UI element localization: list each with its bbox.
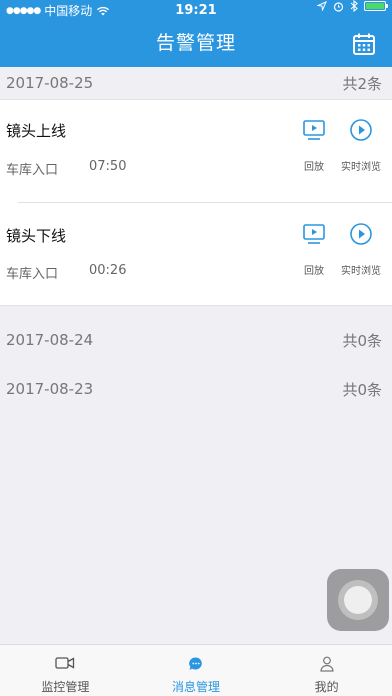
play-circle-icon [350,223,372,245]
live-view-label: 实时浏览 [341,266,381,277]
alarm-name: 镜头下线 [6,227,67,245]
location-icon [317,1,327,11]
date-group-header[interactable]: 2017-08-23 共0条 [0,373,392,405]
playback-icon [303,120,325,140]
group-date: 2017-08-23 [6,380,94,398]
alarm-location: 车库入口 [6,163,59,178]
playback-icon [303,224,325,244]
assistive-touch-button[interactable] [327,569,389,631]
message-icon [189,657,202,670]
live-view-button[interactable]: 实时浏览 [336,222,386,277]
group-count: 共2条 [342,74,382,93]
alarm-location: 车库入口 [6,267,59,282]
alarm-name: 镜头上线 [6,122,67,140]
date-group-header[interactable]: 2017-08-25 共2条 [0,67,392,99]
user-icon [320,656,334,672]
bluetooth-icon [350,0,358,12]
playback-label: 回放 [304,162,324,173]
tab-label: 消息管理 [172,680,221,694]
calendar-icon[interactable] [352,32,376,56]
top-bar: ●●●●● 中国移动 19:21 告警管理 [0,0,392,67]
tab-messages[interactable]: 消息管理 [131,645,262,696]
group-count: 共0条 [342,331,382,350]
live-view-label: 实时浏览 [341,162,381,173]
tab-monitor[interactable]: 监控管理 [0,645,131,696]
group-count: 共0条 [342,380,382,399]
tab-profile[interactable]: 我的 [261,645,392,696]
playback-button[interactable]: 回放 [296,222,332,277]
camera-icon [55,657,75,669]
playback-label: 回放 [304,266,324,277]
play-circle-icon [350,119,372,141]
alarm-icon [333,1,344,12]
tab-label: 我的 [314,680,339,694]
battery-icon [364,1,388,11]
live-view-button[interactable]: 实时浏览 [336,118,386,173]
divider [18,202,392,203]
group-date: 2017-08-24 [6,331,94,349]
date-group-header[interactable]: 2017-08-24 共0条 [0,324,392,356]
alarm-time: 00:26 [89,263,127,278]
alarm-list: 镜头上线 车库入口 07:50 回放 实时浏览 镜头下线 车库入口 00:26 … [0,99,392,306]
group-date: 2017-08-25 [6,74,94,92]
alarm-time: 07:50 [89,159,127,174]
tab-bar: 监控管理 消息管理 我的 [0,644,392,696]
status-bar: ●●●●● 中国移动 19:21 [0,0,392,22]
tab-label: 监控管理 [41,680,90,694]
assistive-core [344,586,372,614]
status-right [317,0,388,12]
page-title: 告警管理 [155,32,236,54]
playback-button[interactable]: 回放 [296,118,332,173]
